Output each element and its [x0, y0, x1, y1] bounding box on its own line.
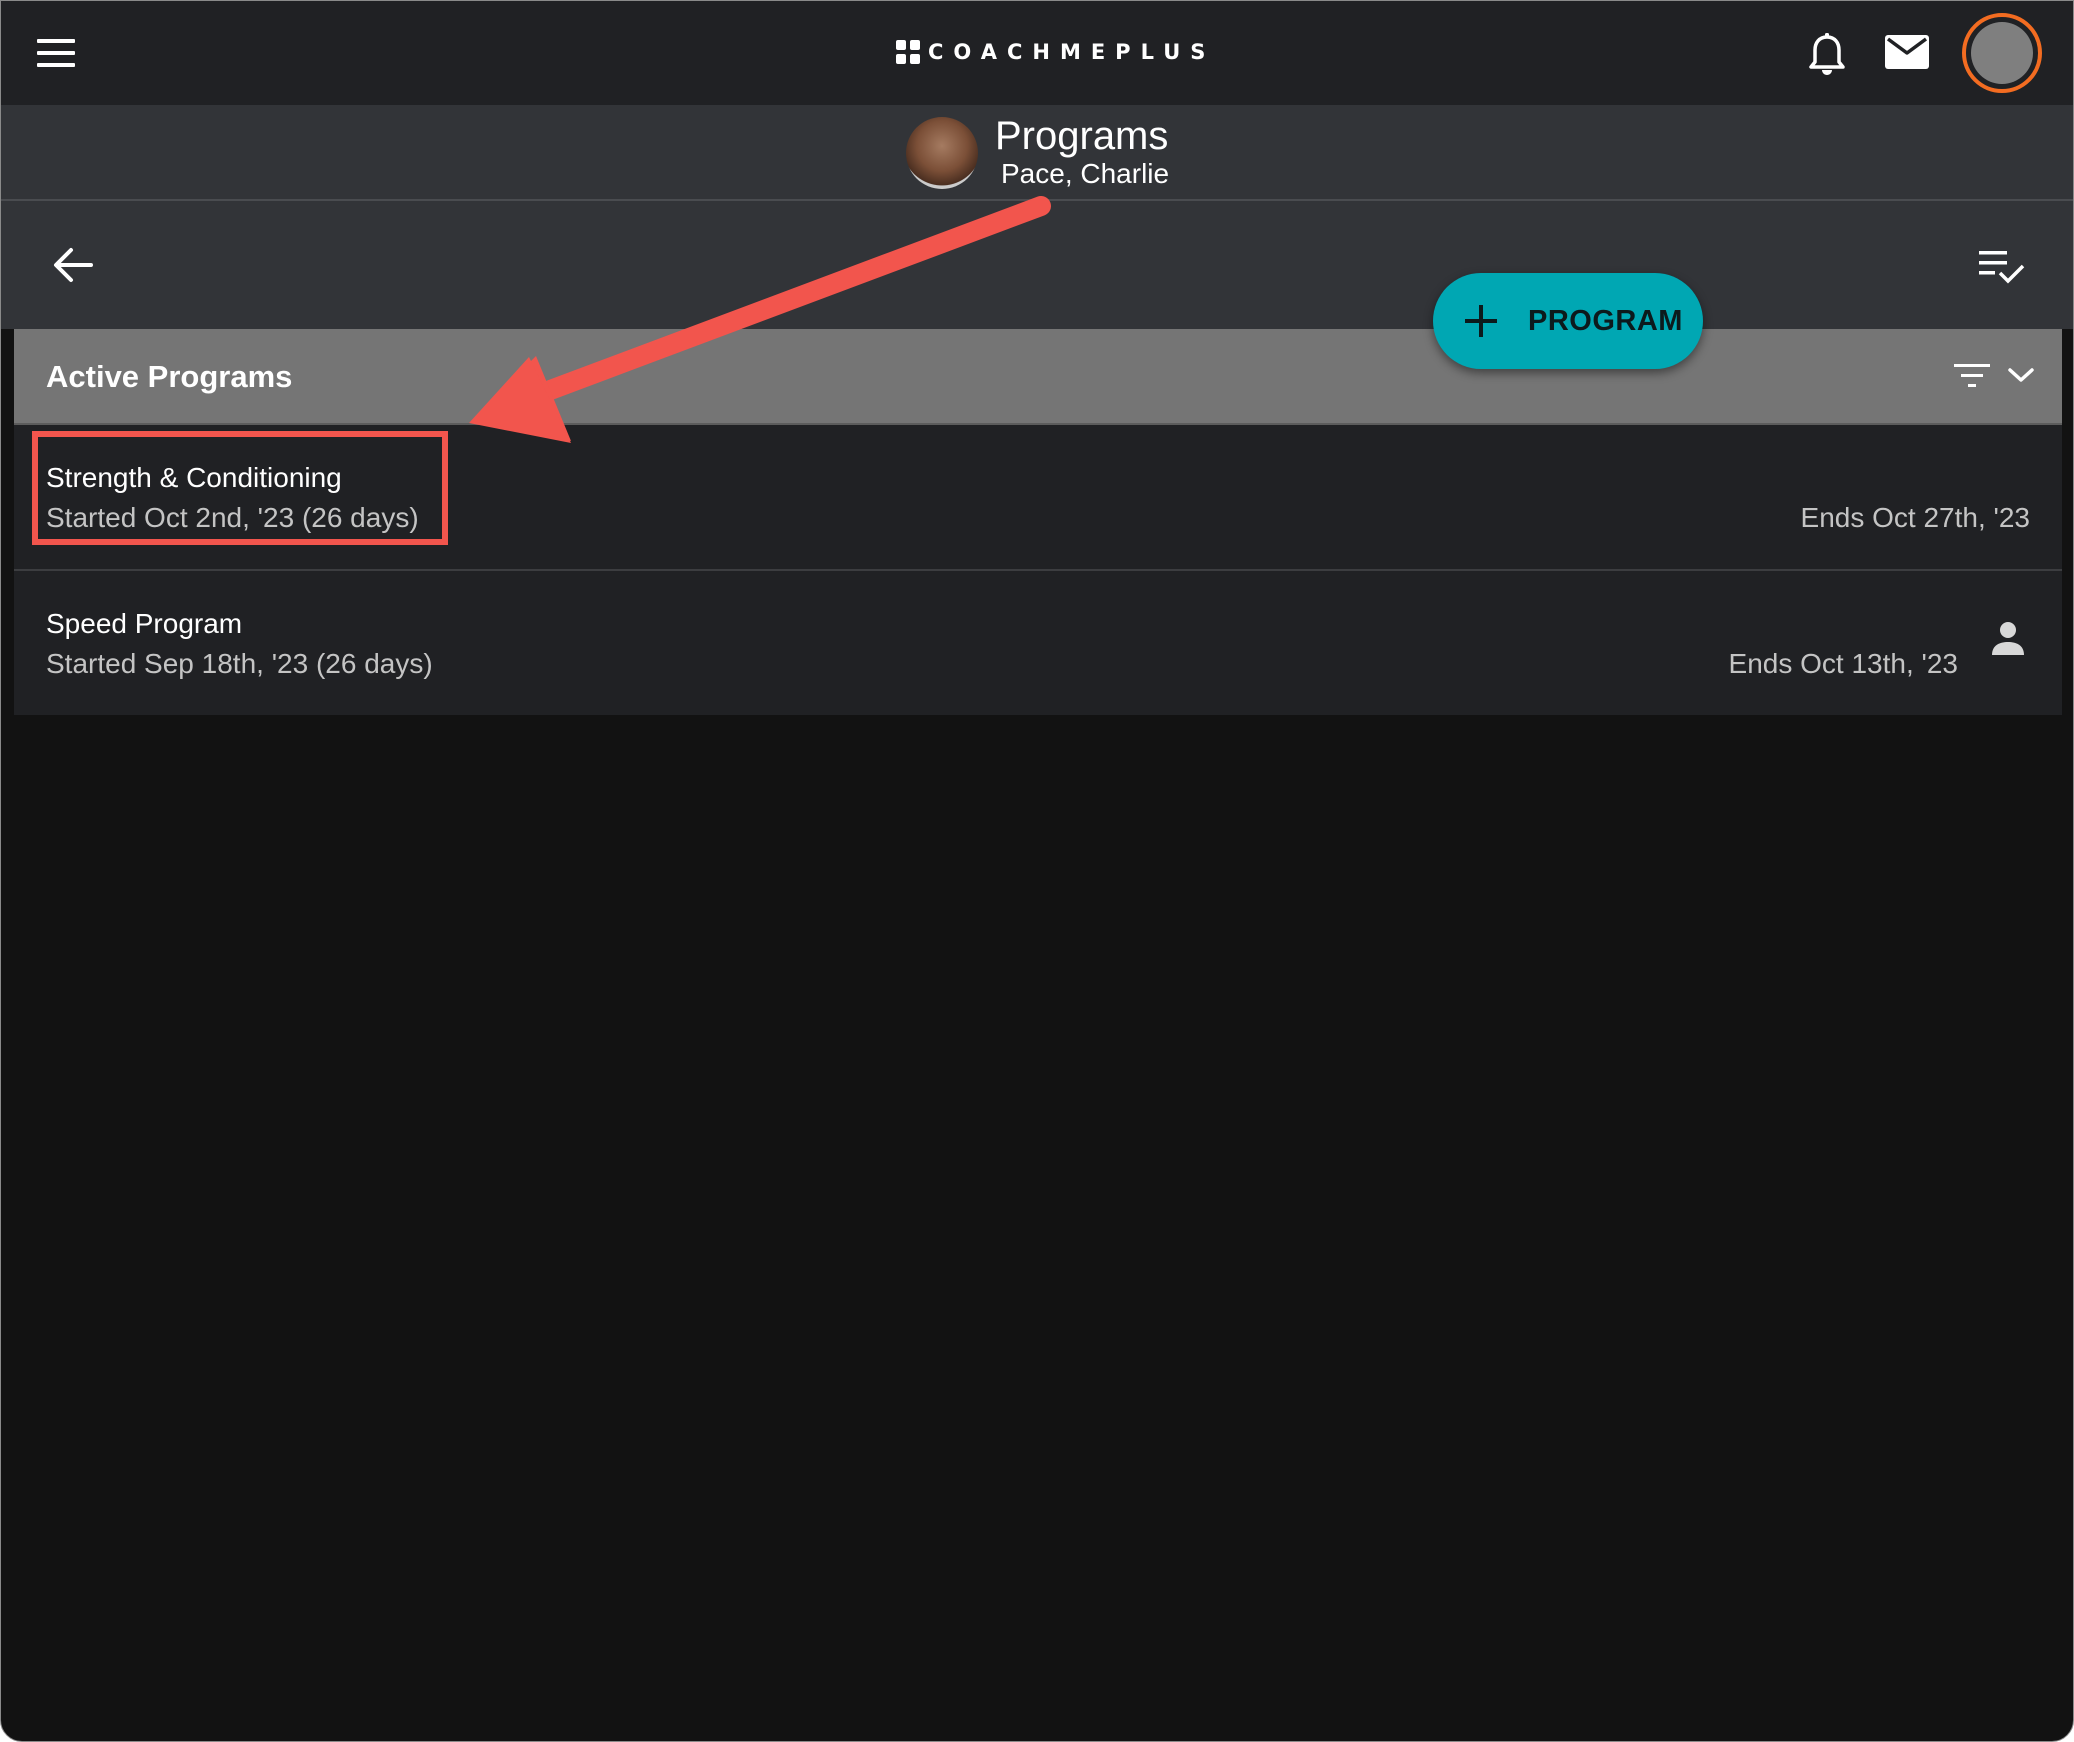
- bell-icon[interactable]: [1807, 33, 1847, 77]
- arrow-left-icon[interactable]: [51, 245, 95, 285]
- toolbar: [1, 201, 2073, 329]
- athlete-avatar: [906, 117, 978, 189]
- top-app-bar: COACHMEPLUS: [1, 1, 2073, 105]
- app-frame: COACHMEPLUS Programs Pace, Charlie Activ…: [0, 0, 2074, 1742]
- plus-icon: [1465, 305, 1497, 337]
- program-start-date: Started Oct 2nd, '23 (26 days): [46, 502, 419, 533]
- program-start-date: Started Sep 18th, '23 (26 days): [46, 648, 433, 679]
- program-row-speed-program[interactable]: Speed Program Started Sep 18th, '23 (26 …: [14, 571, 2062, 715]
- active-programs-panel: Active Programs Strength & Conditioning …: [14, 329, 2062, 717]
- add-program-button[interactable]: PROGRAM: [1433, 273, 1703, 369]
- page-title: Programs: [995, 114, 1169, 158]
- mail-icon[interactable]: [1885, 35, 1929, 69]
- page-header: Programs Pace, Charlie: [1, 105, 2073, 201]
- chevron-down-icon[interactable]: [2006, 363, 2036, 387]
- program-end-date: Ends Oct 27th, '23: [1800, 502, 2030, 533]
- program-name: Speed Program: [46, 608, 243, 639]
- avatar[interactable]: [1962, 13, 2042, 93]
- panel-title: Active Programs: [46, 359, 293, 394]
- program-row-strength-conditioning[interactable]: Strength & Conditioning Started Oct 2nd,…: [14, 425, 2062, 571]
- logo-text: COACHMEPLUS: [928, 40, 1216, 64]
- sort-icon[interactable]: [1954, 363, 1990, 389]
- program-name: Strength & Conditioning: [46, 462, 342, 493]
- app-logo: COACHMEPLUS: [896, 37, 1215, 67]
- program-end-date: Ends Oct 13th, '23: [1728, 648, 1958, 679]
- panel-header[interactable]: Active Programs: [14, 329, 2062, 425]
- menu-icon[interactable]: [37, 39, 77, 69]
- person-icon: [1992, 622, 2024, 655]
- logo-mark-icon: [896, 40, 920, 64]
- athlete-name: Pace, Charlie: [1001, 158, 1170, 189]
- add-program-label: PROGRAM: [1528, 305, 1683, 337]
- playlist-check-icon[interactable]: [1979, 249, 2025, 285]
